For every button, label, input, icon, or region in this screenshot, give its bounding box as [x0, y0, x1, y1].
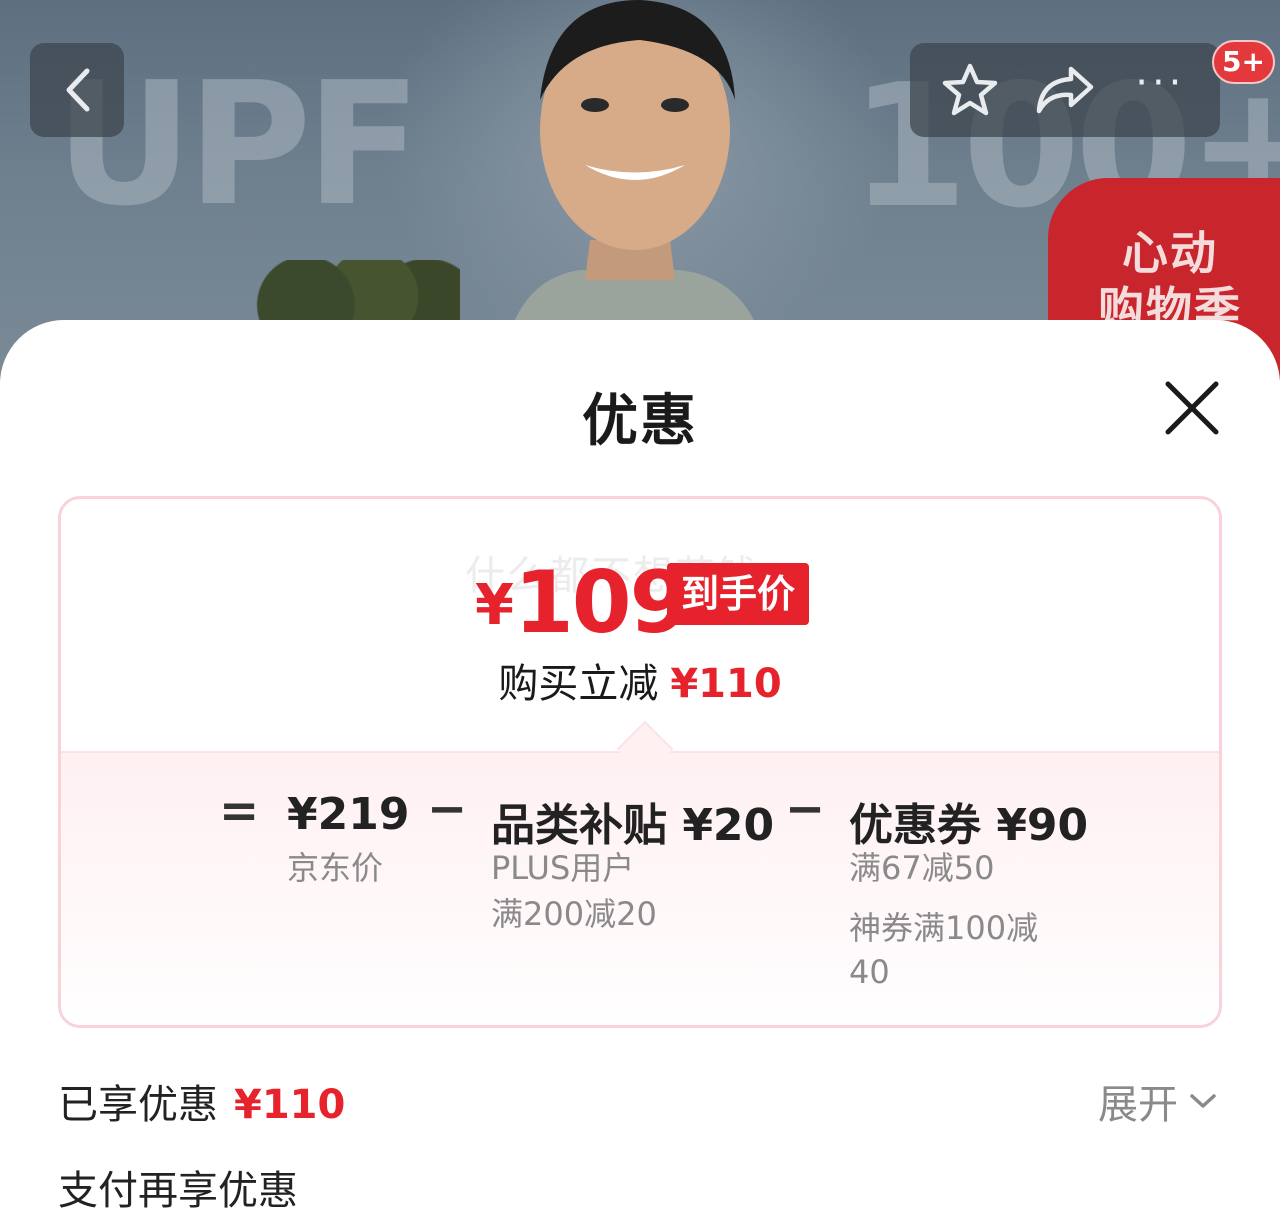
share-icon: [1036, 66, 1094, 114]
coupon-line-1: 满67减50: [849, 849, 995, 887]
instant-reduce: 购买立减 ¥110: [61, 651, 1219, 709]
subsidy-title: 品类补贴 ¥20: [491, 800, 775, 851]
price-card-summary: 什么都不想花钱 ¥109 到手价 购买立减 ¥110: [61, 499, 1219, 751]
top-action-bar: ···: [910, 43, 1220, 137]
final-price-value: 109: [513, 553, 690, 653]
coupon-line-2: 神券满100减: [849, 909, 1039, 947]
jd-price-label: 京东价: [287, 849, 384, 887]
instant-reduce-label: 购买立减: [498, 661, 659, 707]
minus-sign-1: −: [427, 781, 468, 837]
close-icon: [1165, 381, 1219, 435]
sheet-title: 优惠: [582, 389, 698, 454]
message-count-badge[interactable]: 5+: [1212, 40, 1275, 84]
subsidy-line-2: 满200减20: [491, 895, 657, 933]
instant-reduce-amount: ¥110: [670, 661, 782, 707]
jd-price-value: ¥219: [287, 789, 410, 840]
price-breakdown: = ¥219 京东价 − 品类补贴 ¥20 PLUS用户 满200减20 − 优…: [61, 751, 1219, 1025]
star-icon: [942, 63, 997, 116]
expand-label: 展开: [1098, 1082, 1178, 1128]
coupon-title: 优惠券 ¥90: [849, 800, 1089, 851]
final-price: ¥109: [475, 553, 690, 653]
more-button[interactable]: ···: [1120, 50, 1200, 130]
currency-symbol: ¥: [475, 573, 514, 638]
discount-sheet: 优惠 什么都不想花钱 ¥109 到手价 购买立减 ¥110 = ¥219 京东价 …: [0, 320, 1280, 1226]
equals-sign: =: [219, 783, 260, 839]
price-card: 什么都不想花钱 ¥109 到手价 购买立减 ¥110 = ¥219 京东价 − 品…: [58, 496, 1222, 1028]
favorite-button[interactable]: [930, 50, 1010, 130]
enjoyed-discount-amount: ¥110: [234, 1082, 346, 1128]
subsidy-line-1: PLUS用户: [491, 849, 635, 887]
coupon-line-3: 40: [849, 953, 890, 991]
enjoyed-discount-label: 已享优惠: [58, 1082, 218, 1128]
minus-sign-2: −: [785, 781, 826, 837]
final-price-tag: 到手价: [667, 563, 809, 625]
enjoyed-discount-row: 已享优惠 ¥110: [58, 1072, 345, 1130]
chevron-left-icon: [66, 68, 90, 112]
share-button[interactable]: [1025, 50, 1105, 130]
expand-button[interactable]: 展开: [1098, 1072, 1218, 1130]
back-button[interactable]: [30, 43, 124, 137]
payment-discount-heading: 支付再享优惠: [58, 1168, 298, 1214]
close-button[interactable]: [1160, 376, 1224, 440]
more-dots-icon: ···: [1135, 60, 1186, 106]
chevron-down-icon: [1190, 1094, 1216, 1108]
